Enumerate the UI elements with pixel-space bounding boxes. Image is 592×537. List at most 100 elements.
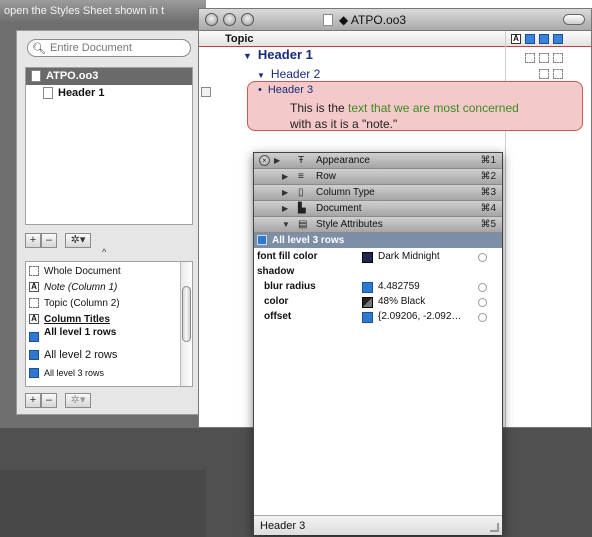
disclosure-triangle-icon[interactable]: ▶ bbox=[282, 201, 288, 217]
row-text: Header 3 bbox=[267, 84, 314, 96]
style-item-level3[interactable]: All level 3 rows bbox=[26, 366, 176, 381]
selected-row-name: Header 3 bbox=[260, 520, 306, 532]
selected-style-label: All level 3 rows bbox=[272, 235, 345, 246]
minimize-window-button[interactable] bbox=[223, 13, 236, 26]
style-item-label: Topic (Column 2) bbox=[44, 298, 120, 309]
disclosure-triangle-icon[interactable]: ▼ bbox=[282, 217, 290, 233]
scroll-thumb[interactable] bbox=[182, 286, 191, 342]
toolbar-toggle-button[interactable] bbox=[563, 14, 585, 25]
blue-style-icon[interactable] bbox=[525, 34, 535, 44]
outline-row-header1[interactable]: ▼ Header 1 bbox=[243, 47, 313, 62]
search-icon[interactable]: 🔍︎ bbox=[32, 41, 46, 57]
outline-row-header2[interactable]: ▼ Header 2 bbox=[257, 67, 320, 81]
style-item-topic-column[interactable]: Topic (Column 2) bbox=[26, 296, 176, 311]
style-item-label: Note (Column 1) bbox=[44, 282, 118, 293]
clear-attribute-icon[interactable] bbox=[478, 283, 487, 292]
row-checkbox[interactable] bbox=[539, 69, 549, 79]
blur-radius-value[interactable]: 4.482759 bbox=[362, 281, 420, 293]
shadow-label: shadow bbox=[257, 266, 295, 277]
document-icon bbox=[43, 87, 53, 99]
shadow-color-label: color bbox=[264, 296, 289, 307]
row-checkbox[interactable] bbox=[525, 53, 535, 63]
close-icon[interactable]: × bbox=[259, 155, 270, 166]
disclosure-triangle-icon[interactable]: ▶ bbox=[282, 185, 288, 201]
document-proxy-icon[interactable] bbox=[323, 14, 333, 26]
blue-style-icon bbox=[362, 312, 373, 323]
remove-button[interactable]: – bbox=[41, 233, 57, 248]
add-button[interactable]: + bbox=[25, 233, 41, 248]
close-window-button[interactable] bbox=[205, 13, 218, 26]
color-swatch[interactable] bbox=[362, 252, 373, 263]
zoom-window-button[interactable] bbox=[241, 13, 254, 26]
row-checkbox[interactable] bbox=[539, 53, 549, 63]
inspector-section-row[interactable]: ▶ ≡ Row ⌘2 bbox=[254, 169, 502, 185]
inspector-section-appearance[interactable]: × ▶ Ŧ Appearance ⌘1 bbox=[254, 153, 502, 169]
blue-style-icon[interactable] bbox=[539, 34, 549, 44]
action-menu-button[interactable]: ✲▾ bbox=[65, 233, 91, 248]
style-item-level2[interactable]: All level 2 rows bbox=[26, 348, 176, 363]
styles-scrollbar[interactable] bbox=[180, 262, 192, 386]
document-list[interactable]: ATPO.oo3 Header 1 bbox=[25, 67, 193, 225]
inspector-section-document[interactable]: ▶ ▙ Document ⌘4 bbox=[254, 201, 502, 217]
blue-style-icon bbox=[29, 350, 39, 360]
styles-window-title: open the Styles Sheet shown in t bbox=[0, 0, 206, 22]
row-checkbox[interactable] bbox=[553, 53, 563, 63]
blur-radius-text: 4.482759 bbox=[378, 281, 420, 292]
disclosure-triangle-icon[interactable]: ▶ bbox=[274, 153, 280, 169]
section-shortcut: ⌘5 bbox=[480, 219, 496, 230]
section-shortcut: ⌘3 bbox=[480, 187, 496, 198]
expand-triangle-icon[interactable]: ▼ bbox=[243, 51, 252, 61]
offset-text: {2.09206, -2.092… bbox=[378, 311, 462, 322]
section-label: Style Attributes bbox=[316, 219, 383, 230]
style-item-level1[interactable]: All level 1 rows bbox=[26, 326, 176, 346]
inspector-section-style-attributes[interactable]: ▼ ▤ Style Attributes ⌘5 bbox=[254, 217, 502, 233]
style-action-button[interactable]: ✲▾ bbox=[65, 393, 91, 408]
title-diamond-icon: ◆ bbox=[339, 13, 349, 27]
row-checkbox[interactable] bbox=[553, 69, 563, 79]
inspector-footer: Header 3 bbox=[254, 515, 502, 535]
document-item-atpo[interactable]: ATPO.oo3 bbox=[26, 68, 192, 85]
style-item-whole-document[interactable]: Whole Document bbox=[26, 264, 176, 279]
search-placeholder: Entire Document bbox=[50, 42, 132, 54]
column-header[interactable]: Topic A bbox=[199, 31, 591, 47]
dashed-box-icon bbox=[29, 298, 39, 308]
disclosure-triangle-icon[interactable]: ▶ bbox=[282, 169, 288, 185]
style-item-label: Column Titles bbox=[44, 314, 110, 325]
document-item-label: ATPO.oo3 bbox=[46, 70, 99, 82]
note-text-line2[interactable]: with as it is a "note." bbox=[290, 117, 397, 131]
window-title: ◆ ATPO.oo3 bbox=[323, 9, 406, 31]
blue-style-icon[interactable] bbox=[553, 34, 563, 44]
color-swatch[interactable] bbox=[362, 297, 373, 308]
blue-style-icon bbox=[257, 235, 267, 245]
topic-column-title[interactable]: Topic bbox=[225, 31, 254, 47]
inspector-section-column-type[interactable]: ▶ ▯ Column Type ⌘3 bbox=[254, 185, 502, 201]
clear-attribute-icon[interactable] bbox=[478, 298, 487, 307]
styles-list[interactable]: Whole Document A Note (Column 1) Topic (… bbox=[25, 261, 193, 387]
remove-style-button[interactable]: – bbox=[41, 393, 57, 408]
collapse-icon[interactable]: ^ bbox=[102, 247, 106, 257]
section-label: Appearance bbox=[316, 155, 370, 166]
clear-attribute-icon[interactable] bbox=[478, 313, 487, 322]
selected-style-header[interactable]: All level 3 rows bbox=[254, 233, 502, 248]
column-type-icon: ▯ bbox=[298, 187, 304, 198]
add-style-button[interactable]: + bbox=[25, 393, 41, 408]
resize-handle-icon[interactable] bbox=[490, 523, 499, 532]
row-text: Header 2 bbox=[270, 67, 321, 81]
document-item-header1[interactable]: Header 1 bbox=[26, 85, 192, 102]
font-fill-color-value[interactable]: Dark Midnight bbox=[362, 251, 440, 263]
style-item-label: All level 2 rows bbox=[44, 349, 118, 361]
search-input[interactable]: 🔍︎ Entire Document bbox=[27, 39, 191, 57]
a-box-icon[interactable]: A bbox=[511, 34, 521, 44]
shadow-color-value[interactable]: 48% Black bbox=[362, 296, 425, 308]
offset-value[interactable]: {2.09206, -2.092… bbox=[362, 311, 462, 323]
style-item-column-titles[interactable]: A Column Titles bbox=[26, 312, 176, 327]
font-fill-color-label: font fill color bbox=[257, 251, 318, 262]
outline-row-header3[interactable]: • Header 3 This is the text that we are m… bbox=[247, 81, 583, 131]
style-item-note-column[interactable]: A Note (Column 1) bbox=[26, 280, 176, 295]
style-item-label: All level 1 rows bbox=[44, 327, 117, 338]
clear-attribute-icon[interactable] bbox=[478, 253, 487, 262]
note-icon[interactable] bbox=[201, 87, 211, 97]
note-text[interactable]: This is the text that we are most concer… bbox=[290, 101, 519, 115]
note-highlighted-text: text that we are most concerned bbox=[348, 101, 519, 115]
expand-triangle-icon[interactable]: ▼ bbox=[257, 71, 265, 80]
